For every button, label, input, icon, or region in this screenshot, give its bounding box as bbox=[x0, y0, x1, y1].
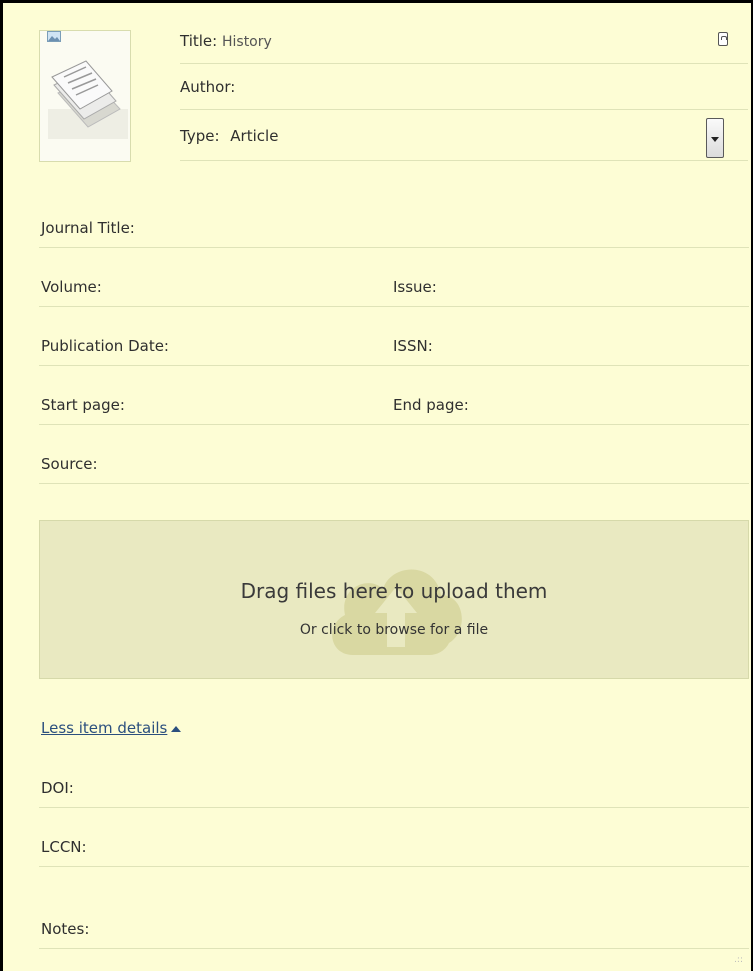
notes-label: Notes: bbox=[41, 920, 90, 938]
date-issn-field[interactable] bbox=[39, 365, 749, 366]
author-label: Author: bbox=[180, 78, 236, 96]
lccn-label: LCCN: bbox=[41, 838, 87, 856]
publication-date-label: Publication Date: bbox=[41, 337, 169, 355]
start-page-label: Start page: bbox=[41, 396, 125, 414]
item-thumbnail[interactable] bbox=[39, 30, 131, 162]
less-item-details-label[interactable]: Less item details bbox=[41, 719, 167, 737]
journal-title-label: Journal Title: bbox=[41, 219, 135, 237]
document-pages-icon bbox=[48, 60, 128, 139]
issn-label: ISSN: bbox=[393, 337, 433, 355]
title-row[interactable]: Title: History bbox=[180, 18, 748, 64]
resize-handle-icon[interactable]: .:: bbox=[734, 955, 743, 965]
title-label: Title: bbox=[180, 32, 218, 50]
file-upload-dropzone[interactable]: Drag files here to upload them Or click … bbox=[39, 520, 749, 679]
doi-field[interactable] bbox=[39, 807, 749, 808]
type-dropdown-button[interactable] bbox=[706, 118, 724, 158]
volume-label: Volume: bbox=[41, 278, 102, 296]
image-icon bbox=[47, 31, 61, 42]
source-label: Source: bbox=[41, 455, 98, 473]
end-page-label: End page: bbox=[393, 396, 469, 414]
type-value: Article bbox=[230, 127, 279, 145]
dropzone-subtitle[interactable]: Or click to browse for a file bbox=[40, 622, 748, 638]
clipboard-icon[interactable] bbox=[718, 32, 728, 46]
less-item-details-link[interactable]: Less item details bbox=[41, 719, 182, 737]
dropzone-title: Drag files here to upload them bbox=[240, 579, 548, 603]
source-field[interactable] bbox=[39, 483, 749, 484]
journal-title-field[interactable] bbox=[39, 247, 749, 248]
issue-label: Issue: bbox=[393, 278, 437, 296]
title-value[interactable]: History bbox=[222, 34, 272, 50]
volume-issue-field[interactable] bbox=[39, 306, 749, 307]
cloud-upload-icon bbox=[332, 569, 462, 655]
type-label: Type: bbox=[180, 127, 220, 145]
doi-label: DOI: bbox=[41, 779, 74, 797]
pages-field[interactable] bbox=[39, 424, 749, 425]
lccn-field[interactable] bbox=[39, 866, 749, 867]
triangle-up-icon bbox=[171, 725, 182, 732]
author-row[interactable]: Author: bbox=[180, 64, 748, 110]
type-row[interactable]: Type: Article bbox=[180, 110, 748, 161]
notes-field[interactable] bbox=[39, 948, 749, 949]
item-details-panel: Title: History Author: Type: Article Jou… bbox=[3, 3, 751, 971]
